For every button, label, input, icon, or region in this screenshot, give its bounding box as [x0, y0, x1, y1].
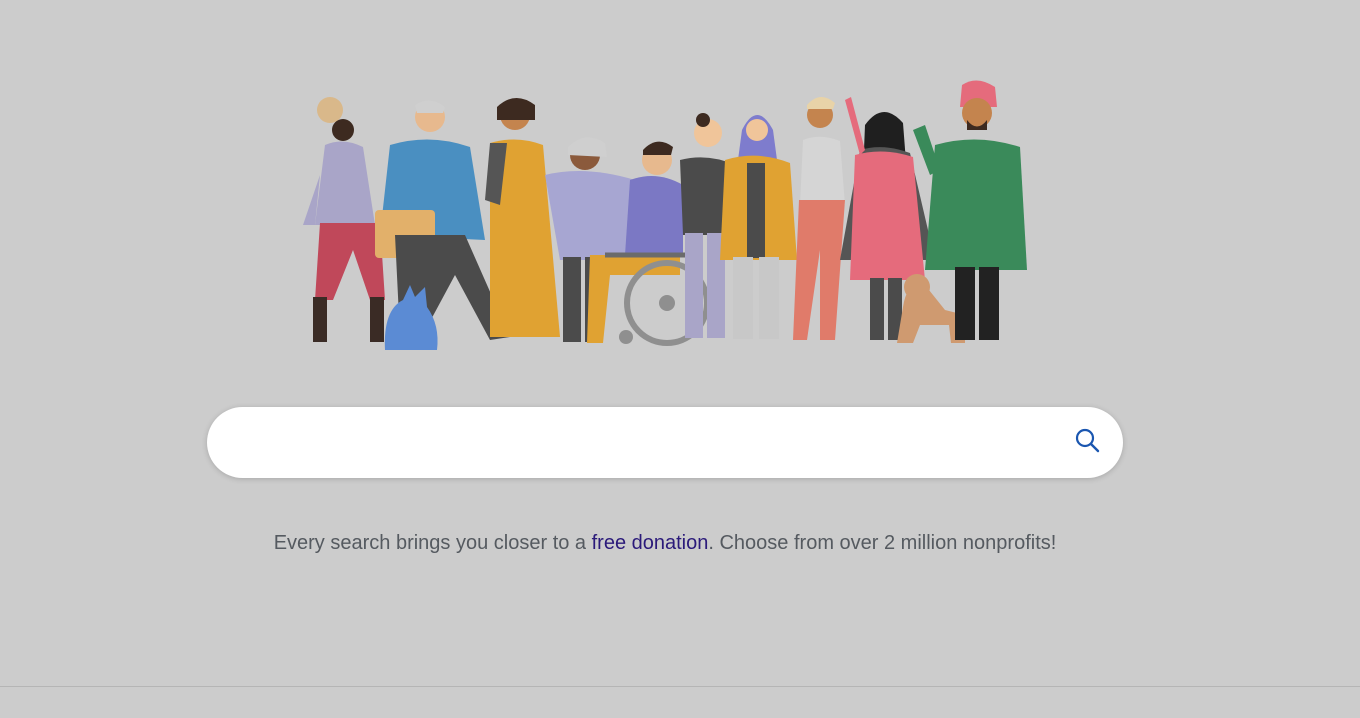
free-donation-link[interactable]: free donation [592, 532, 709, 554]
person-sari [485, 97, 560, 337]
people-illustration [303, 80, 1027, 350]
tan-dog [897, 274, 965, 343]
person-walking [303, 97, 385, 342]
hero-illustration [285, 75, 1035, 355]
search-input[interactable] [237, 407, 1061, 480]
search-icon [1074, 427, 1100, 458]
tagline-prefix: Every search brings you closer to a [273, 532, 592, 554]
tagline-suffix: . Choose from over 2 million nonprofits! [708, 532, 1057, 554]
person-with-bag [375, 100, 510, 340]
footer-divider [0, 686, 1360, 687]
person-waving [793, 96, 845, 340]
tagline: Every search brings you closer to a free… [0, 532, 1330, 555]
search-button[interactable] [1069, 424, 1105, 460]
person-hijab [720, 115, 797, 339]
search-bar [207, 407, 1123, 480]
